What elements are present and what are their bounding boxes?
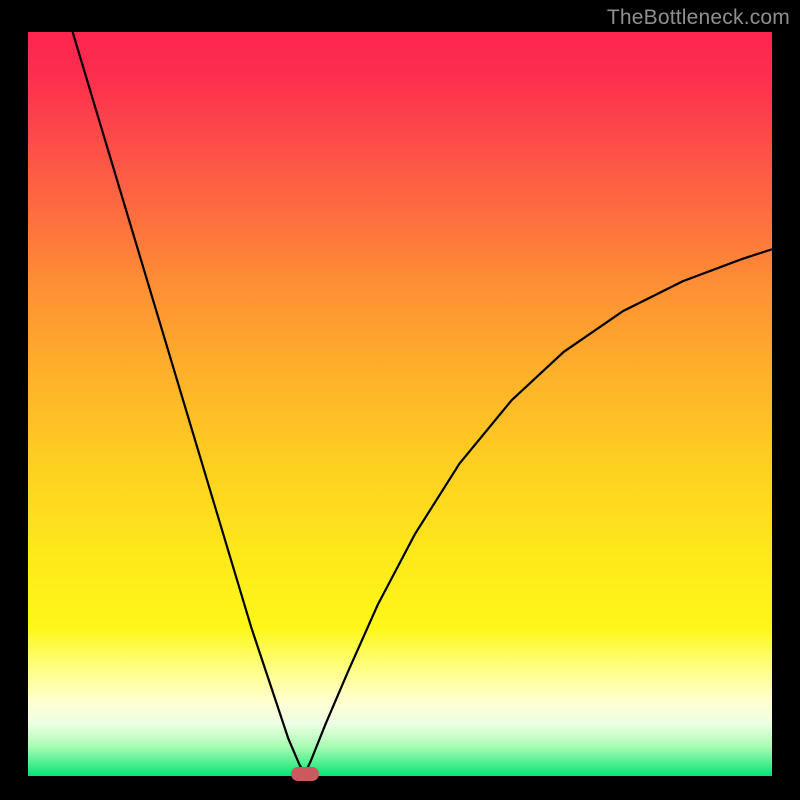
chart-frame: TheBottleneck.com (0, 0, 800, 800)
watermark-text: TheBottleneck.com (607, 6, 790, 30)
curve-left-branch (73, 32, 305, 774)
bottleneck-curve (28, 32, 772, 776)
plot-area (28, 32, 772, 776)
bottleneck-marker (291, 767, 319, 781)
curve-right-branch (305, 249, 772, 774)
